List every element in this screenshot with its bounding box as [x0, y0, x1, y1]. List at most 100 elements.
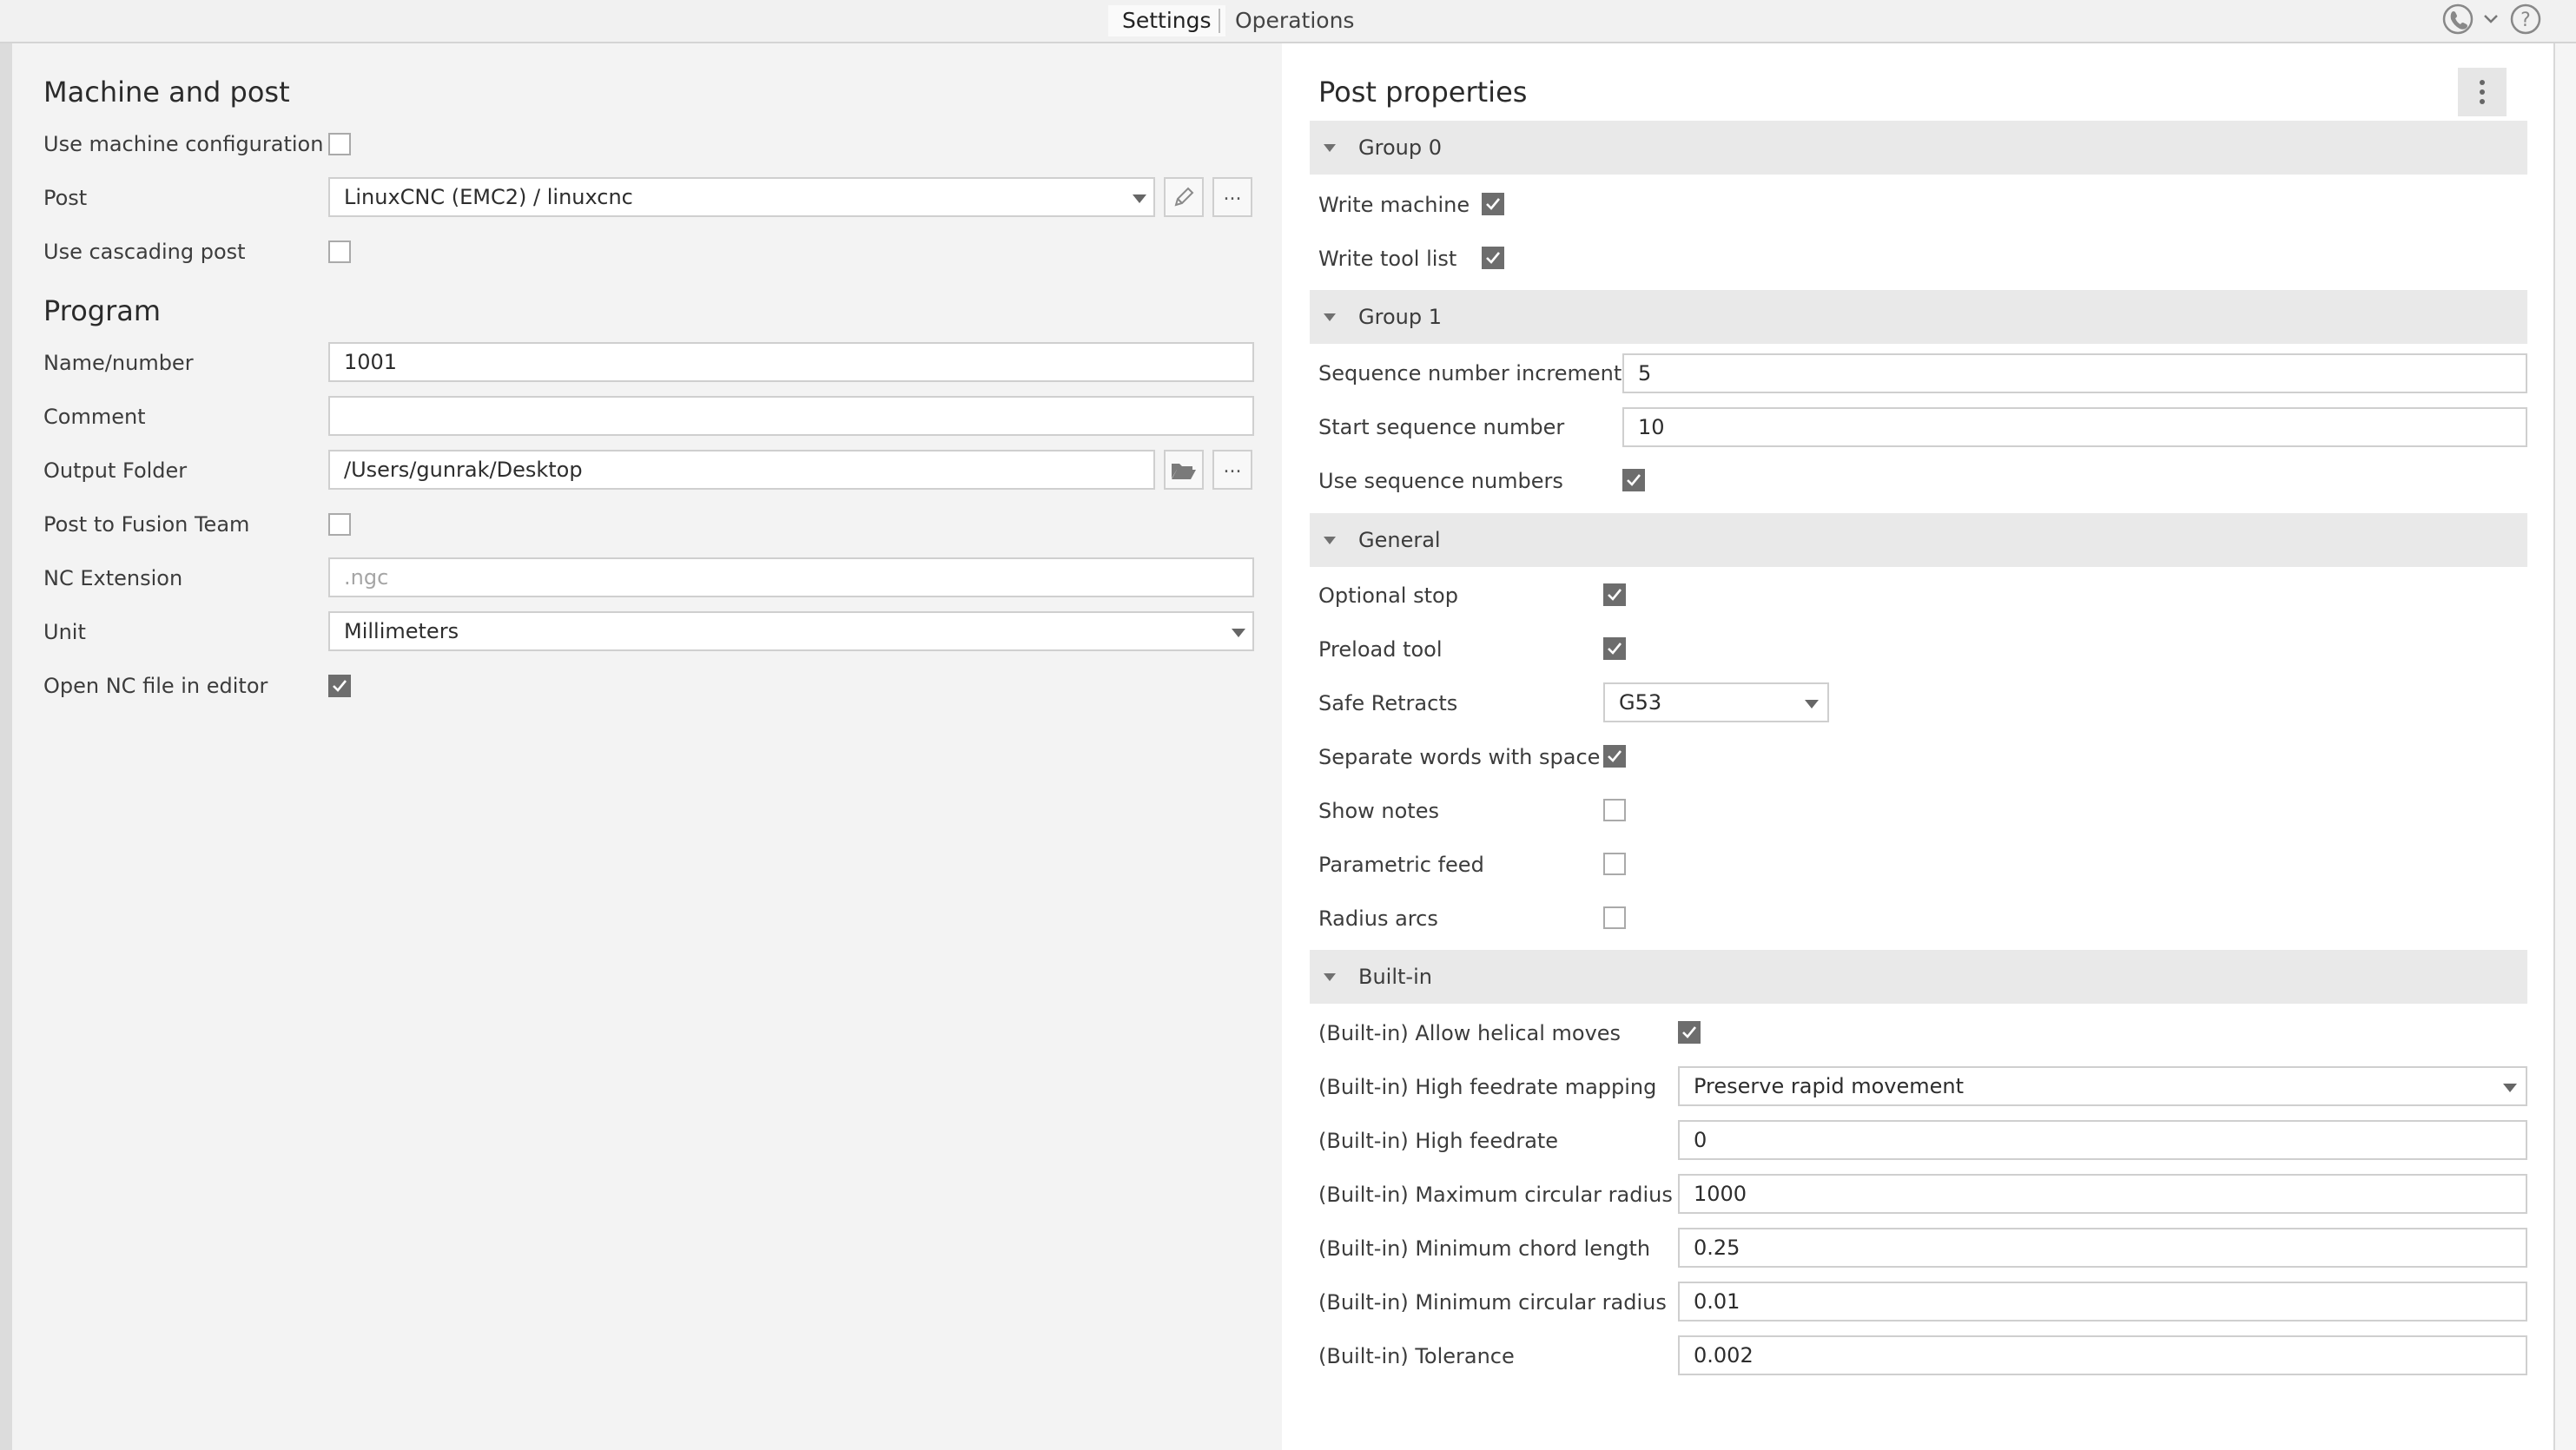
- checkmark-icon: [333, 680, 347, 692]
- seq-increment-label: Sequence number increment: [1318, 361, 1622, 386]
- built-in-title: Built-in: [1358, 965, 1432, 989]
- group-1-header[interactable]: Group 1: [1310, 290, 2527, 344]
- more-vertical-icon: [2480, 80, 2485, 104]
- write-machine-label: Write machine: [1318, 193, 1470, 217]
- general-title: General: [1358, 528, 1441, 552]
- collapse-triangle-icon: [1324, 537, 1336, 544]
- chevron-down-icon[interactable]: [2482, 10, 2500, 28]
- post-dropdown-caret-icon: [1133, 194, 1146, 203]
- program-title: Program: [43, 294, 162, 327]
- nc-extension-input[interactable]: .ngc: [328, 557, 1254, 597]
- post-select[interactable]: LinuxCNC (EMC2) / linuxcnc: [328, 177, 1155, 217]
- radius-arcs-checkbox[interactable]: [1603, 906, 1626, 929]
- checkmark-icon: [1486, 198, 1501, 210]
- start-seq-label: Start sequence number: [1318, 415, 1565, 439]
- unit-select[interactable]: Millimeters: [328, 611, 1254, 651]
- name-number-label: Name/number: [43, 351, 194, 375]
- open-nc-label: Open NC file in editor: [43, 674, 268, 698]
- post-value: LinuxCNC (EMC2) / linuxcnc: [344, 185, 633, 209]
- tab-operations[interactable]: Operations: [1233, 5, 1356, 36]
- phone-icon[interactable]: [2441, 2, 2475, 36]
- radius-arcs-label: Radius arcs: [1318, 906, 1438, 931]
- browse-folder-button[interactable]: [1164, 450, 1204, 490]
- use-cascading-checkbox[interactable]: [328, 241, 351, 263]
- safe-retracts-caret-icon: [1805, 700, 1819, 709]
- seq-increment-input[interactable]: 5: [1622, 353, 2527, 393]
- tab-divider: [1219, 9, 1220, 33]
- preload-tool-label: Preload tool: [1318, 637, 1443, 662]
- use-machine-config-label: Use machine configuration: [43, 132, 324, 156]
- collapse-triangle-icon: [1324, 313, 1336, 321]
- safe-retracts-label: Safe Retracts: [1318, 691, 1458, 715]
- min-chord-length-input[interactable]: 0.25: [1678, 1228, 2527, 1268]
- group-0-title: Group 0: [1358, 135, 1442, 160]
- left-edge: [0, 43, 12, 1450]
- open-nc-checkbox[interactable]: [328, 675, 351, 697]
- high-feedrate-label: (Built-in) High feedrate: [1318, 1129, 1559, 1153]
- output-folder-input[interactable]: /Users/gunrak/Desktop: [328, 450, 1155, 490]
- parametric-feed-checkbox[interactable]: [1603, 853, 1626, 875]
- tolerance-input[interactable]: 0.002: [1678, 1335, 2527, 1375]
- use-seq-checkbox[interactable]: [1622, 469, 1645, 491]
- min-chord-length-label: (Built-in) Minimum chord length: [1318, 1236, 1651, 1261]
- tolerance-label: (Built-in) Tolerance: [1318, 1344, 1515, 1368]
- checkmark-icon: [1627, 474, 1641, 486]
- group-0-header[interactable]: Group 0: [1310, 121, 2527, 175]
- write-machine-checkbox[interactable]: [1482, 193, 1504, 215]
- safe-retracts-select[interactable]: G53: [1603, 682, 1829, 722]
- name-number-input[interactable]: 1001: [328, 342, 1254, 382]
- right-edge: [2553, 43, 2576, 1450]
- hf-mapping-select[interactable]: Preserve rapid movement: [1678, 1066, 2527, 1106]
- separate-words-label: Separate words with space: [1318, 745, 1601, 769]
- checkmark-icon: [1682, 1026, 1697, 1038]
- unit-label: Unit: [43, 620, 86, 644]
- folder-open-icon: [1172, 464, 1196, 479]
- optional-stop-checkbox[interactable]: [1603, 583, 1626, 606]
- helical-moves-checkbox[interactable]: [1678, 1021, 1701, 1044]
- separate-words-checkbox[interactable]: [1603, 745, 1626, 768]
- max-circular-radius-label: (Built-in) Maximum circular radius: [1318, 1183, 1673, 1207]
- post-label: Post: [43, 186, 88, 210]
- help-icon[interactable]: ?: [2508, 2, 2543, 36]
- use-machine-config-checkbox[interactable]: [328, 133, 351, 155]
- checkmark-icon: [1486, 252, 1501, 264]
- collapse-triangle-icon: [1324, 973, 1336, 981]
- use-seq-label: Use sequence numbers: [1318, 469, 1563, 493]
- optional-stop-label: Optional stop: [1318, 583, 1458, 608]
- pencil-icon: [1174, 187, 1194, 207]
- parametric-feed-label: Parametric feed: [1318, 853, 1484, 877]
- post-to-fusion-label: Post to Fusion Team: [43, 512, 250, 537]
- group-1-title: Group 1: [1358, 305, 1442, 329]
- post-properties-title: Post properties: [1318, 76, 1528, 109]
- general-header[interactable]: General: [1310, 513, 2527, 567]
- output-folder-more-button[interactable]: ...: [1212, 450, 1252, 490]
- tab-settings[interactable]: Settings: [1108, 5, 1225, 36]
- min-circular-radius-input[interactable]: 0.01: [1678, 1282, 2527, 1321]
- preload-tool-checkbox[interactable]: [1603, 637, 1626, 660]
- checkmark-icon: [1608, 750, 1622, 762]
- built-in-header[interactable]: Built-in: [1310, 950, 2527, 1004]
- max-circular-radius-input[interactable]: 1000: [1678, 1174, 2527, 1214]
- svg-text:?: ?: [2520, 10, 2531, 31]
- show-notes-checkbox[interactable]: [1603, 799, 1626, 821]
- collapse-triangle-icon: [1324, 144, 1336, 152]
- post-to-fusion-checkbox[interactable]: [328, 513, 351, 536]
- edit-post-button[interactable]: [1164, 177, 1204, 217]
- start-seq-input[interactable]: 10: [1622, 407, 2527, 447]
- min-circular-radius-label: (Built-in) Minimum circular radius: [1318, 1290, 1667, 1315]
- hf-mapping-label: (Built-in) High feedrate mapping: [1318, 1075, 1657, 1099]
- machine-post-title: Machine and post: [43, 76, 290, 109]
- high-feedrate-input[interactable]: 0: [1678, 1120, 2527, 1160]
- helical-moves-label: (Built-in) Allow helical moves: [1318, 1021, 1622, 1045]
- write-tool-list-checkbox[interactable]: [1482, 247, 1504, 269]
- hf-mapping-caret-icon: [2503, 1084, 2517, 1092]
- checkmark-icon: [1608, 643, 1622, 655]
- use-cascading-label: Use cascading post: [43, 240, 246, 264]
- output-folder-label: Output Folder: [43, 458, 188, 483]
- post-more-button[interactable]: ...: [1212, 177, 1252, 217]
- unit-dropdown-caret-icon: [1232, 629, 1245, 637]
- show-notes-label: Show notes: [1318, 799, 1439, 823]
- more-vertical-button[interactable]: [2458, 68, 2507, 116]
- write-tool-list-label: Write tool list: [1318, 247, 1457, 271]
- comment-input[interactable]: [328, 396, 1254, 436]
